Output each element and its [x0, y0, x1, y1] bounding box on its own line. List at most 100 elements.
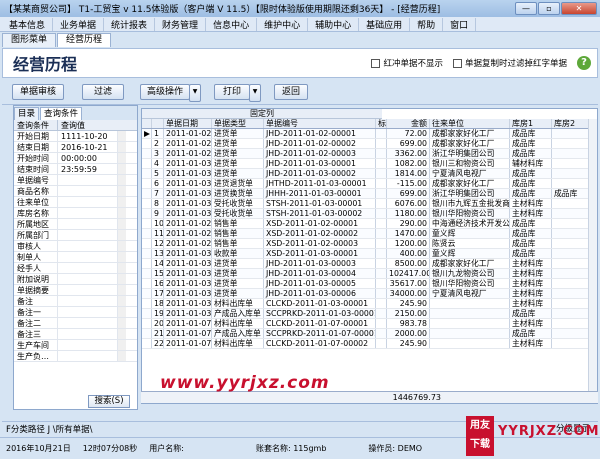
query-value[interactable]: 23:59:59	[58, 164, 118, 174]
table-row[interactable]: 19 2011-01-03 产成品入库单 SCCPRKD-2011-01-03-000…	[142, 309, 597, 319]
query-value[interactable]	[58, 274, 118, 284]
query-value-button[interactable]	[118, 252, 126, 262]
table-row[interactable]: 17 2011-01-03 进货单 JHD-2011-01-03-00006 34000…	[142, 289, 597, 299]
query-value-button[interactable]	[118, 131, 126, 141]
query-value-button[interactable]	[118, 175, 126, 185]
filter-red-copy-checkbox[interactable]: 单据复制时过滤掉红字单据	[452, 57, 567, 69]
query-value[interactable]	[58, 263, 118, 273]
query-value-button[interactable]	[118, 230, 126, 240]
tab-catalog[interactable]: 目录	[14, 107, 40, 120]
table-row[interactable]: 12 2011-01-02 销售单 XSD-2011-01-02-00003 1200.…	[142, 239, 597, 249]
advanced-ops-button[interactable]: 高级操作	[140, 84, 201, 102]
query-value-button[interactable]	[118, 340, 126, 350]
minimize-button[interactable]: —	[515, 2, 537, 15]
menu-info-center[interactable]: 信息中心	[206, 17, 258, 31]
maximize-button[interactable]: ▫	[538, 2, 560, 15]
col-flag[interactable]: 标记	[376, 119, 387, 128]
query-value[interactable]	[58, 318, 118, 328]
query-value[interactable]	[58, 351, 118, 361]
tab-graphic-menu[interactable]: 图形菜单	[2, 33, 57, 47]
query-value-button[interactable]	[118, 307, 126, 317]
table-row[interactable]: 4 2011-01-03 进货单 JHD-2011-01-03-00001 1082.0…	[142, 159, 597, 169]
query-value-button[interactable]	[118, 164, 126, 174]
menu-reports[interactable]: 统计报表	[104, 17, 156, 31]
query-value-button[interactable]	[118, 142, 126, 152]
query-value-button[interactable]	[118, 197, 126, 207]
search-button[interactable]: 搜索(S)	[88, 395, 130, 408]
query-value-button[interactable]	[118, 208, 126, 218]
table-row[interactable]: 3 2011-01-02 进货单 JHD-2011-01-02-00003 3362.0…	[142, 149, 597, 159]
print-button[interactable]: 打印	[214, 84, 261, 102]
query-value[interactable]	[58, 241, 118, 251]
menu-basic-info[interactable]: 基本信息	[2, 17, 54, 31]
query-value[interactable]	[58, 197, 118, 207]
col-partner[interactable]: 往来单位	[430, 119, 510, 128]
table-row[interactable]: 2 2011-01-02 进货单 JHD-2011-01-02-00002 699.00…	[142, 139, 597, 149]
col-warehouse2[interactable]: 库房2	[552, 119, 592, 128]
help-icon[interactable]: ?	[577, 56, 591, 70]
table-row[interactable]: 8 2011-01-03 受托收货单 STSH-2011-01-03-00001 607…	[142, 199, 597, 209]
query-value[interactable]	[58, 230, 118, 240]
table-row[interactable]: 11 2011-01-02 销售单 XSD-2011-01-02-00002 1470.…	[142, 229, 597, 239]
menu-maintenance[interactable]: 维护中心	[257, 17, 309, 31]
col-type[interactable]: 单据类型	[212, 119, 264, 128]
close-button[interactable]: ✕	[561, 2, 597, 15]
query-value[interactable]	[58, 329, 118, 339]
col-number[interactable]: 单据编号	[264, 119, 376, 128]
table-row[interactable]: 21 2011-01-07 产成品入库单 SCCPRKD-2011-01-07-000…	[142, 329, 597, 339]
query-value-button[interactable]	[118, 285, 126, 295]
col-amount[interactable]: 金额	[387, 119, 430, 128]
table-row[interactable]: 7 2011-01-03 进货换货单 JHHH-2011-01-03-00001 699…	[142, 189, 597, 199]
query-value[interactable]	[58, 219, 118, 229]
table-row[interactable]: 13 2011-01-03 收款单 XSD-2011-01-03-00001 400.0…	[142, 249, 597, 259]
query-value[interactable]	[58, 340, 118, 350]
tab-query[interactable]: 查询条件	[40, 107, 83, 120]
query-value-button[interactable]	[118, 318, 126, 328]
hide-red-docs-checkbox[interactable]: 红冲单据不显示	[371, 57, 443, 69]
table-row[interactable]: 9 2011-01-03 受托收货单 STSH-2011-01-03-00002 118…	[142, 209, 597, 219]
table-row[interactable]: 16 2011-01-03 进货单 JHD-2011-01-03-00005 35617…	[142, 279, 597, 289]
query-value[interactable]: 2016-10-21	[58, 142, 118, 152]
query-value-button[interactable]	[118, 241, 126, 251]
menu-window[interactable]: 窗口	[443, 17, 477, 31]
vertical-scrollbar[interactable]	[588, 119, 597, 395]
query-value[interactable]	[58, 307, 118, 317]
query-value[interactable]: 00:00:00	[58, 153, 118, 163]
menu-help[interactable]: 帮助	[410, 17, 444, 31]
filter-button[interactable]: 过滤	[82, 84, 124, 100]
query-value[interactable]	[58, 296, 118, 306]
table-row[interactable]: ▶ 1 2011-01-02 进货单 JHD-2011-01-02-00001 72.00…	[142, 129, 597, 139]
query-value[interactable]: 1111-10-20	[58, 131, 118, 141]
col-warehouse1[interactable]: 库房1	[510, 119, 552, 128]
table-row[interactable]: 5 2011-01-03 进货单 JHD-2011-01-03-00002 1814.0…	[142, 169, 597, 179]
menu-basic-app[interactable]: 基础应用	[359, 17, 411, 31]
query-value[interactable]	[58, 252, 118, 262]
menu-business-docs[interactable]: 业务单据	[53, 17, 105, 31]
query-value[interactable]	[58, 285, 118, 295]
back-button[interactable]: 返回	[274, 84, 308, 100]
query-value[interactable]	[58, 208, 118, 218]
query-value-button[interactable]	[118, 263, 126, 273]
table-row[interactable]: 10 2011-01-02 销售单 XSD-2011-01-02-00001 290.0…	[142, 219, 597, 229]
query-value-button[interactable]	[118, 329, 126, 339]
table-row[interactable]: 14 2011-01-03 进货单 JHD-2011-01-03-00003 8500.…	[142, 259, 597, 269]
query-value-button[interactable]	[118, 351, 126, 361]
table-row[interactable]: 18 2011-01-03 材料出库单 CLCKD-2011-01-03-00001 2…	[142, 299, 597, 309]
query-value-button[interactable]	[118, 296, 126, 306]
menu-assist[interactable]: 辅助中心	[308, 17, 360, 31]
query-value-button[interactable]	[118, 186, 126, 196]
menu-finance[interactable]: 财务管理	[155, 17, 207, 31]
query-value-button[interactable]	[118, 219, 126, 229]
query-value-button[interactable]	[118, 153, 126, 163]
table-row[interactable]: 15 2011-01-03 进货单 JHD-2011-01-03-00004 10241…	[142, 269, 597, 279]
tab-business-history[interactable]: 经营历程	[57, 33, 112, 47]
query-value-button[interactable]	[118, 274, 126, 284]
col-date[interactable]: 单据日期	[164, 119, 212, 128]
table-row[interactable]: 20 2011-01-07 材料出库单 CLCKD-2011-01-07-00001 9…	[142, 319, 597, 329]
table-row[interactable]: 6 2011-01-03 进货退货单 JHTHD-2011-01-03-00001 -1…	[142, 179, 597, 189]
query-value[interactable]	[58, 186, 118, 196]
table-row[interactable]: 22 2011-01-07 材料出库单 CLCKD-2011-01-07-00002 2…	[142, 339, 597, 349]
query-value[interactable]	[58, 175, 118, 185]
review-button[interactable]: 单据审核	[12, 84, 64, 100]
category-path[interactable]: F分类路径 J \所有单据\	[2, 423, 97, 435]
